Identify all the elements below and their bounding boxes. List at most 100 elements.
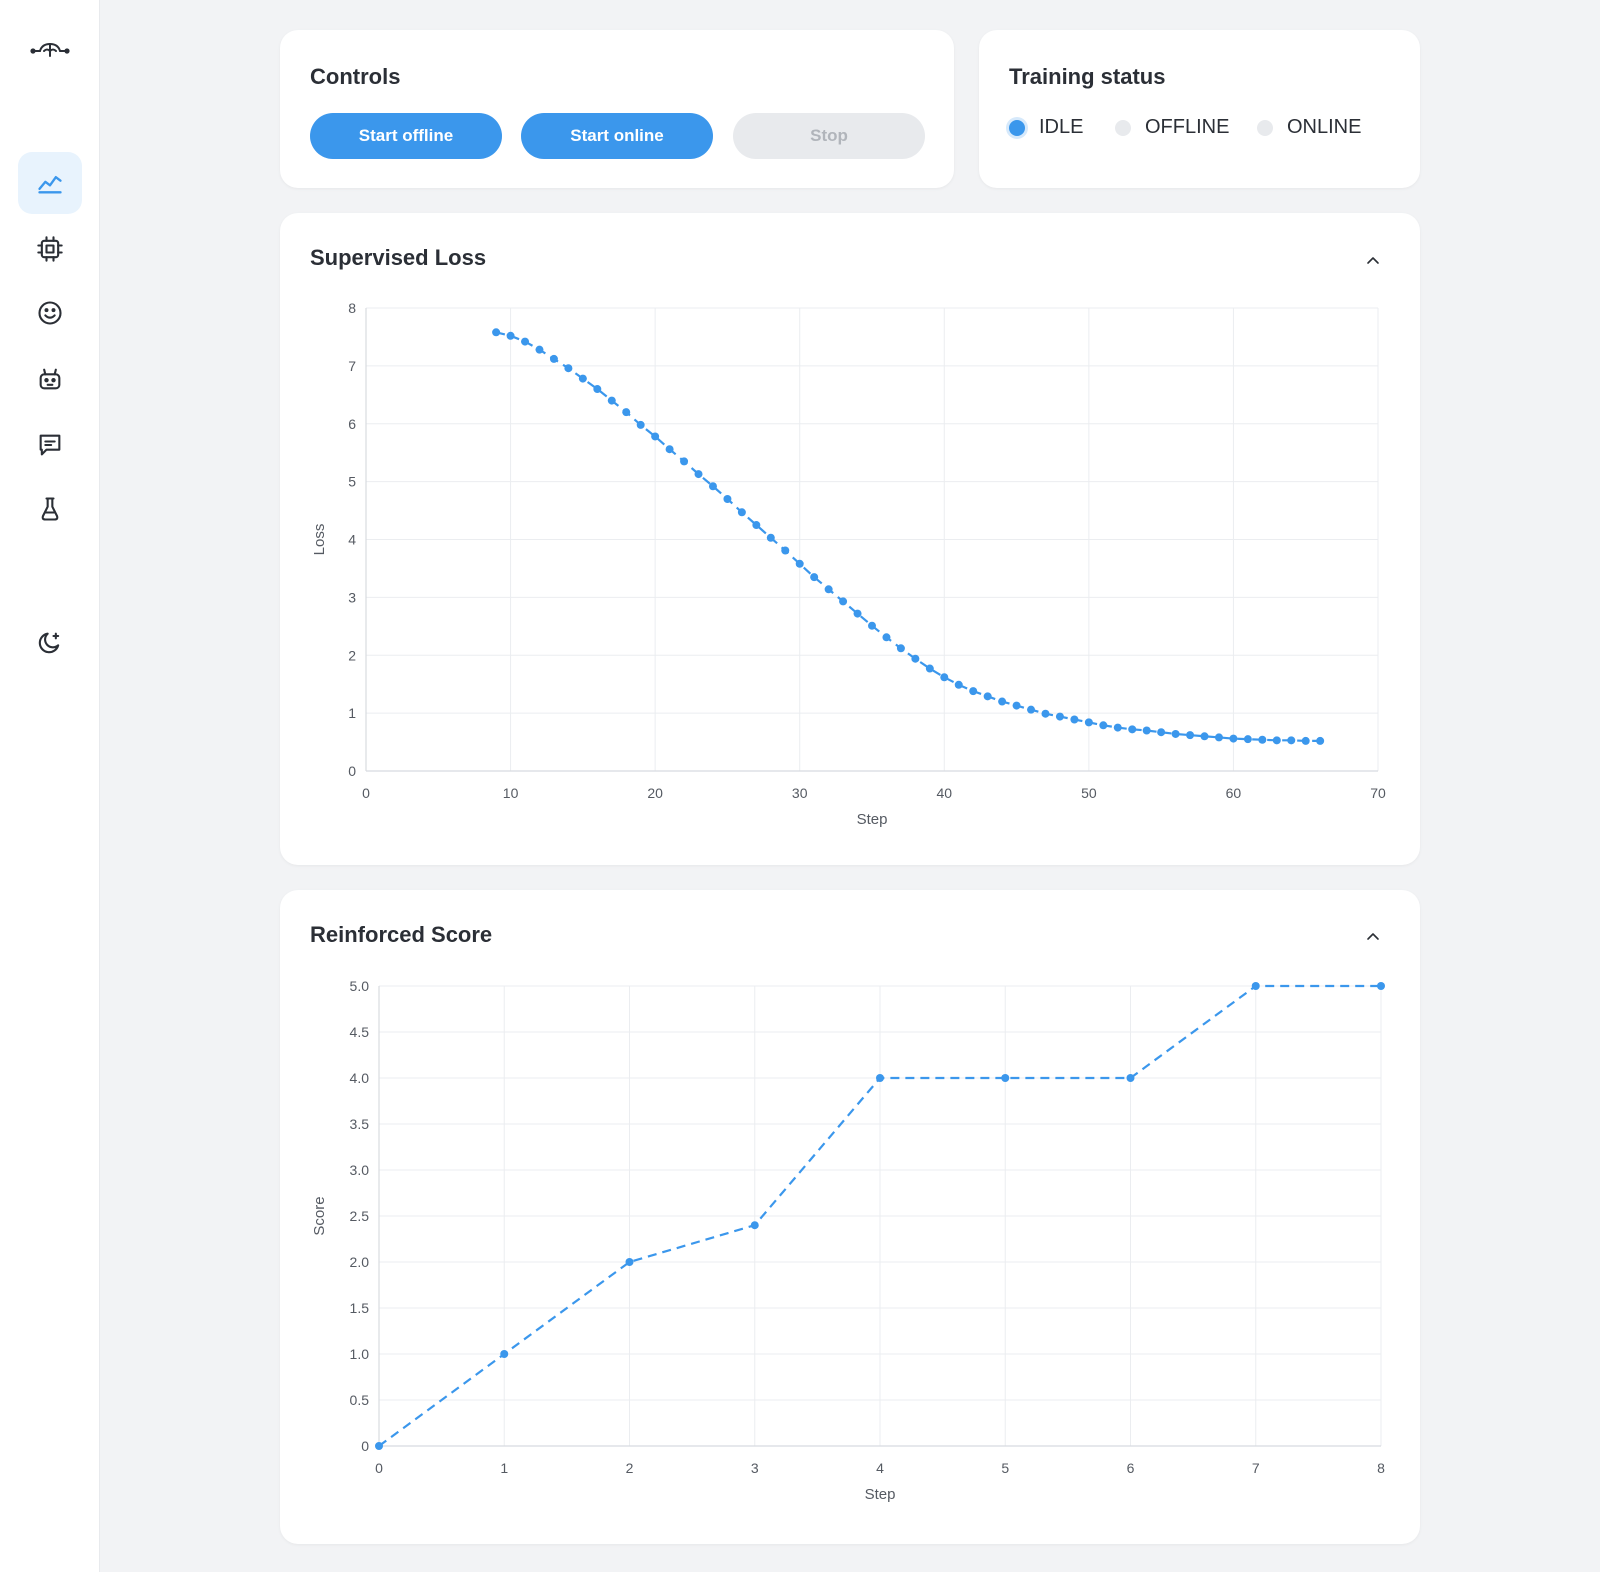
data-point: [1251, 982, 1260, 990]
sidebar-item-experiments[interactable]: [18, 478, 82, 540]
x-axis-label: Step: [865, 1486, 896, 1503]
controls-title: Controls: [310, 64, 401, 89]
x-tick-label: 0: [362, 785, 370, 801]
sidebar-item-chat[interactable]: [18, 414, 82, 476]
collapse-supervised-loss-button[interactable]: [1360, 248, 1386, 274]
data-point: [737, 508, 746, 517]
y-tick-label: 0: [361, 1438, 369, 1454]
y-tick-label: 4: [348, 532, 356, 548]
reinforced-score-chart: 0 0.5 1.0 1.5 2.0 2.5 3.0 3.5 4.0 4.5 5.0 0 1 2 3 4 5 6 7 8…: [311, 978, 1385, 1503]
status-label-online: ONLINE: [1287, 116, 1362, 138]
data-point: [969, 687, 978, 696]
y-tick-label: 4.0: [350, 1070, 370, 1086]
supervised-loss-card: 0 1 2 3 4 5 6 7 8 0 10 20 30 40 50 60 70 Step Loss Supervi…: [280, 213, 1420, 865]
y-tick-label: 0: [348, 763, 356, 779]
start-online-button[interactable]: Start online: [521, 113, 713, 159]
y-tick-label: 3.0: [350, 1162, 370, 1178]
supervised-loss-title: Supervised Loss: [310, 245, 487, 270]
data-point: [1055, 712, 1064, 721]
data-point: [1243, 735, 1252, 744]
data-point: [839, 597, 848, 606]
data-point: [694, 470, 703, 479]
status-label-idle: IDLE: [1039, 116, 1084, 138]
y-axis-label: Loss: [311, 524, 328, 556]
data-point: [781, 546, 790, 555]
data-point: [506, 331, 515, 340]
x-tick-label: 20: [647, 785, 663, 801]
y-tick-label: 0.5: [350, 1392, 370, 1408]
flask-icon: [41, 497, 59, 521]
data-point: [1258, 735, 1267, 744]
status-offline: OFFLINE: [1115, 116, 1229, 139]
x-tick-label: 60: [1226, 785, 1242, 801]
data-point: [752, 521, 761, 530]
data-point: [882, 633, 891, 642]
x-tick-label: 10: [503, 785, 519, 801]
status-online: ONLINE: [1257, 116, 1361, 139]
data-point: [593, 385, 602, 394]
y-tick-label: 3: [348, 589, 356, 605]
data-point: [1142, 726, 1151, 735]
data-point: [578, 374, 587, 383]
data-point: [492, 328, 501, 337]
data-point: [535, 345, 544, 354]
data-point: [1041, 709, 1050, 718]
data-point: [622, 408, 631, 417]
y-tick-label: 5: [348, 474, 356, 490]
data-point: [1128, 725, 1137, 734]
data-point: [1084, 718, 1093, 727]
chevron-up-icon: [1367, 933, 1379, 940]
data-point: [1377, 982, 1385, 990]
data-point: [876, 1074, 884, 1082]
sidebar-item-hardware[interactable]: [18, 218, 82, 280]
data-point: [1214, 733, 1223, 742]
sidebar: [0, 0, 100, 1572]
x-tick-label: 7: [1252, 1460, 1260, 1476]
stop-button[interactable]: Stop: [733, 113, 925, 159]
status-label-offline: OFFLINE: [1145, 116, 1230, 138]
data-point: [1070, 715, 1079, 724]
data-point: [708, 482, 717, 491]
y-tick-label: 4.5: [350, 1024, 370, 1040]
data-point: [651, 432, 660, 441]
chart-line-icon: [38, 176, 62, 194]
brain-logo-icon[interactable]: [28, 36, 72, 64]
data-point: [824, 585, 833, 594]
y-tick-label: 1.5: [350, 1300, 370, 1316]
x-tick-label: 4: [876, 1460, 884, 1476]
theme-toggle[interactable]: [18, 612, 82, 674]
x-tick-label: 8: [1377, 1460, 1385, 1476]
x-tick-label: 30: [792, 785, 808, 801]
data-point: [549, 354, 558, 363]
sidebar-item-emotion[interactable]: [18, 282, 82, 344]
status-dot-idle: [1009, 119, 1025, 136]
data-point: [607, 396, 616, 405]
supervised-loss-chart: 0 1 2 3 4 5 6 7 8 0 10 20 30 40 50 60 70 Step Loss: [311, 300, 1386, 828]
data-point: [625, 1258, 634, 1266]
data-point: [795, 559, 804, 568]
sidebar-item-agent[interactable]: [18, 348, 82, 410]
data-point: [1171, 729, 1180, 738]
y-tick-label: 7: [348, 358, 356, 374]
data-point: [940, 673, 949, 682]
data-point: [680, 457, 689, 466]
start-offline-button[interactable]: Start offline: [310, 113, 502, 159]
data-point: [983, 692, 992, 701]
data-point: [1200, 732, 1209, 741]
collapse-reinforced-score-button[interactable]: [1360, 924, 1386, 950]
controls-card: Controls Start offline Start online Stop: [280, 30, 954, 188]
data-point: [1099, 721, 1108, 730]
sidebar-item-metrics[interactable]: [18, 152, 82, 214]
y-tick-label: 2.5: [350, 1208, 370, 1224]
data-point: [750, 1221, 759, 1230]
data-point: [896, 644, 905, 653]
data-point: [925, 664, 934, 673]
data-point: [1287, 736, 1296, 745]
x-axis-label: Step: [857, 811, 888, 828]
y-tick-label: 1: [348, 705, 356, 721]
chevron-up-icon: [1367, 257, 1379, 264]
x-tick-label: 50: [1081, 785, 1097, 801]
data-point: [810, 573, 819, 582]
series-line: [495, 331, 1321, 743]
x-tick-label: 40: [936, 785, 952, 801]
